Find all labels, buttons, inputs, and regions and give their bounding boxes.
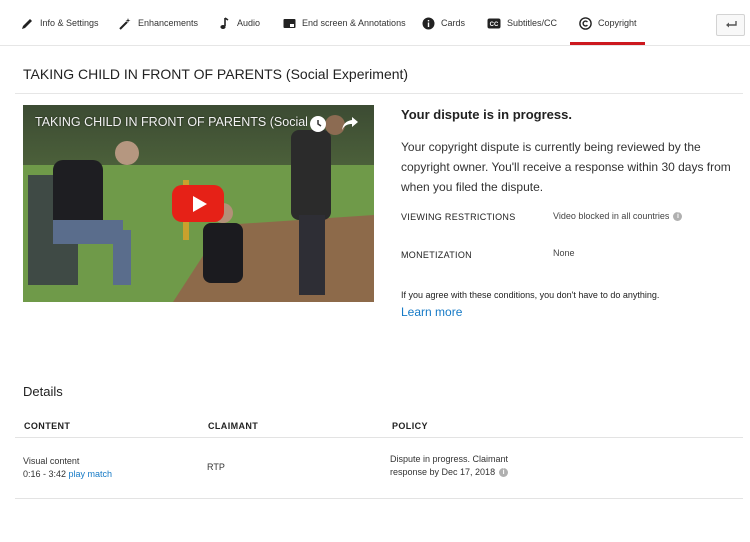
tab-subtitles-cc[interactable]: CC Subtitles/CC bbox=[487, 0, 557, 46]
tab-label: Enhancements bbox=[138, 18, 199, 28]
tab-info-settings[interactable]: Info & Settings bbox=[20, 0, 99, 46]
column-header-claimant: CLAIMANT bbox=[208, 421, 259, 431]
column-header-content: CONTENT bbox=[24, 421, 71, 431]
svg-text:CC: CC bbox=[490, 22, 499, 28]
tab-label: Subtitles/CC bbox=[507, 18, 558, 28]
tab-label: End screen & Annotations bbox=[302, 18, 406, 28]
viewing-restrictions-text: Video blocked in all countries bbox=[553, 211, 670, 221]
tab-label: Cards bbox=[441, 18, 466, 28]
content-cell: Visual content 0:16 - 3:42 play match bbox=[23, 455, 112, 481]
policy-cell: Dispute in progress. Claimant response b… bbox=[390, 453, 509, 479]
tab-cards[interactable]: Cards bbox=[421, 0, 465, 46]
dispute-heading: Your dispute is in progress. bbox=[401, 107, 572, 122]
tab-label: Audio bbox=[237, 18, 261, 28]
monetization-label: MONETIZATION bbox=[401, 250, 472, 260]
viewing-restrictions-label: VIEWING RESTRICTIONS bbox=[401, 212, 516, 222]
info-icon[interactable]: i bbox=[499, 468, 509, 477]
tab-audio[interactable]: Audio bbox=[217, 0, 260, 46]
policy-line-2: response by Dec 17, 2018 bbox=[390, 467, 496, 477]
end-screen-icon bbox=[282, 16, 296, 30]
watch-later-icon[interactable] bbox=[310, 116, 326, 132]
divider bbox=[15, 437, 743, 438]
magic-wand-icon bbox=[118, 16, 132, 30]
viewing-restrictions-value: Video blocked in all countries i bbox=[553, 211, 683, 221]
copyright-icon bbox=[578, 16, 592, 30]
details-heading: Details bbox=[23, 384, 63, 399]
policy-line-1: Dispute in progress. Claimant bbox=[390, 454, 509, 464]
video-title: TAKING CHILD IN FRONT OF PARENTS (Social… bbox=[23, 66, 409, 82]
dispute-description: Your copyright dispute is currently bein… bbox=[401, 140, 731, 194]
content-range-line: 0:16 - 3:42 play match bbox=[23, 468, 112, 481]
back-button[interactable] bbox=[716, 14, 745, 36]
monetization-value: None bbox=[553, 248, 575, 258]
info-icon bbox=[421, 16, 435, 30]
content-range: 0:16 - 3:42 bbox=[23, 469, 67, 479]
music-note-icon bbox=[217, 16, 231, 30]
claimant-cell: RTP bbox=[207, 462, 225, 472]
divider bbox=[15, 498, 743, 499]
tab-label: Copyright bbox=[598, 18, 637, 28]
tab-enhancements[interactable]: Enhancements bbox=[118, 0, 198, 46]
tab-label: Info & Settings bbox=[40, 18, 99, 28]
tab-bar: Info & Settings Enhancements Audio End s… bbox=[0, 0, 750, 46]
tab-end-screen-annotations[interactable]: End screen & Annotations bbox=[282, 0, 406, 46]
info-icon[interactable]: i bbox=[673, 211, 683, 221]
policy-line-2-wrap: response by Dec 17, 2018 i bbox=[390, 466, 509, 479]
cc-icon: CC bbox=[487, 16, 501, 30]
thumbnail-title: TAKING CHILD IN FRONT OF PARENTS (Social… bbox=[35, 115, 307, 129]
video-thumbnail[interactable]: TAKING CHILD IN FRONT OF PARENTS (Social… bbox=[23, 105, 374, 302]
tab-copyright[interactable]: Copyright bbox=[570, 0, 645, 46]
pencil-icon bbox=[20, 16, 34, 30]
play-button[interactable] bbox=[172, 185, 224, 222]
column-header-policy: POLICY bbox=[392, 421, 428, 431]
agree-notice: If you agree with these conditions, you … bbox=[401, 290, 660, 300]
back-arrow-icon bbox=[725, 16, 737, 34]
share-icon[interactable] bbox=[341, 115, 359, 131]
divider bbox=[15, 93, 743, 94]
learn-more-link[interactable]: Learn more bbox=[401, 305, 462, 319]
content-type: Visual content bbox=[23, 456, 80, 466]
play-match-link[interactable]: play match bbox=[69, 469, 113, 479]
